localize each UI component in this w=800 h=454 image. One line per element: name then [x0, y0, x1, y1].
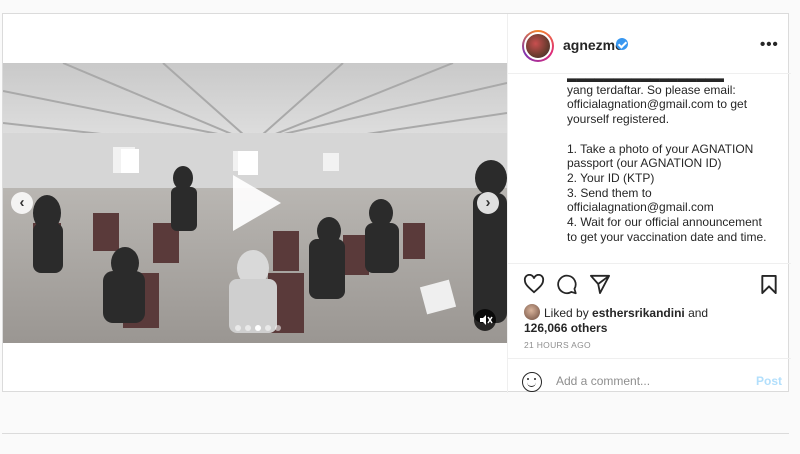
chevron-left-icon[interactable]: ‹ — [11, 192, 33, 214]
mute-icon[interactable] — [474, 309, 496, 331]
post-caption: ▂▂▂▂▂▂▂▂▂▂▂▂▂▂▂▂▂ yang terdaftar. So ple… — [567, 76, 782, 254]
carousel-dot — [235, 325, 241, 331]
play-icon[interactable] — [233, 175, 281, 231]
carousel-dot — [265, 325, 271, 331]
post-comment-button[interactable]: Post — [756, 374, 782, 388]
likes-prefix: Liked by — [544, 306, 593, 320]
username-link[interactable]: agnezmo — [563, 37, 624, 53]
more-icon[interactable]: ••• — [760, 36, 779, 53]
comment-icon[interactable] — [556, 274, 578, 300]
bookmark-icon[interactable] — [760, 274, 778, 300]
carousel-dot — [275, 325, 281, 331]
carousel-dot — [245, 325, 251, 331]
page-divider — [2, 433, 789, 434]
carousel-indicator — [235, 325, 281, 331]
share-icon[interactable] — [589, 274, 611, 299]
caption-line: to get your vaccination date and time. — [567, 229, 767, 244]
verified-icon — [616, 38, 628, 50]
caption-line: 4. Wait for our official announcement — [567, 215, 762, 230]
post-header: agnezmo ••• — [508, 14, 791, 74]
comment-bar: Post — [508, 358, 791, 393]
caption-line: officialagnation@gmail.com — [567, 200, 714, 215]
heart-icon[interactable] — [523, 273, 545, 299]
comment-input[interactable] — [556, 374, 746, 388]
liker-avatar[interactable] — [524, 304, 540, 320]
caption-line: officialagnation@gmail.com to get — [567, 97, 748, 112]
avatar[interactable] — [522, 30, 554, 62]
post-timestamp[interactable]: 21 HOURS AGO — [524, 340, 591, 350]
chevron-right-icon[interactable]: › — [477, 192, 499, 214]
caption-line: 2. Your ID (KTP) — [567, 170, 655, 185]
caption-line: passport (our AGNATION ID) — [567, 156, 722, 171]
post-actions — [508, 263, 791, 299]
likes-conjunction: and — [684, 306, 709, 320]
likes-summary: Liked by esthersrikandini and 126,066 ot… — [524, 304, 708, 336]
emoji-icon[interactable] — [522, 372, 542, 392]
post-video[interactable]: ‹ › — [3, 63, 507, 343]
caption-line: 1. Take a photo of your AGNATION — [567, 141, 754, 156]
caption-line: 3. Send them to — [567, 185, 652, 200]
caption-line-clipped: ▂▂▂▂▂▂▂▂▂▂▂▂▂▂▂▂▂ — [567, 76, 782, 83]
likes-others-link[interactable]: 126,066 others — [524, 321, 708, 336]
caption-line: yang terdaftar. So please email: — [567, 82, 736, 97]
post-sidebar: agnezmo ••• ▂▂▂▂▂▂▂▂▂▂▂▂▂▂▂▂▂ yang terda… — [507, 14, 791, 393]
carousel-dot-active — [255, 325, 261, 331]
caption-line: yourself registered. — [567, 112, 670, 127]
liker-username-link[interactable]: esthersrikandini — [592, 306, 685, 320]
instagram-post: ‹ › agnezmo ••• ▂▂▂▂▂▂▂▂▂▂▂▂▂▂▂▂▂ yang t… — [2, 13, 791, 393]
